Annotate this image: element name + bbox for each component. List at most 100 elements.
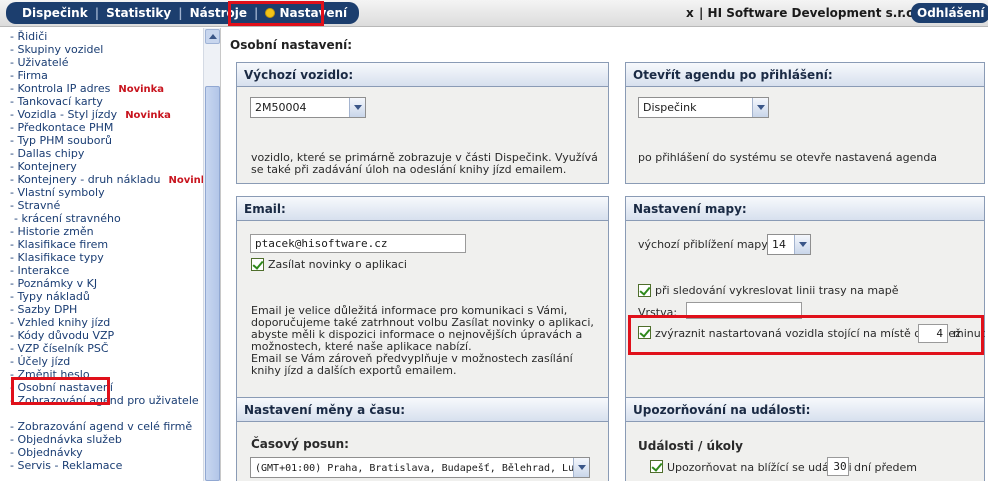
sidebar-item[interactable]: - Skupiny vozidel	[10, 43, 200, 56]
sidebar-item[interactable]: - Interakce	[10, 264, 200, 277]
sidebar-item[interactable]: - Historie změn	[10, 225, 200, 238]
panel-map-settings: Nastavení mapy: výchozí přiblížení mapy:…	[625, 196, 985, 412]
chevron-down-icon	[573, 458, 589, 477]
notify-events-label: Upozorňovat na blížící se události	[667, 461, 852, 474]
sidebar-item-label: - Účely jízd	[10, 355, 71, 368]
zoom-label: výchozí přiblížení mapy:	[638, 238, 771, 251]
sidebar-item-label: - Objednávka služeb	[10, 433, 122, 446]
email-note: Email je velice důležitá informace pro k…	[251, 304, 594, 353]
sidebar-item[interactable]: - Objednávka služeb	[10, 433, 200, 446]
sidebar-item-label: - Klasifikace typy	[10, 251, 104, 264]
panel-title: Nastavení měny a času:	[237, 398, 608, 422]
new-badge: Novinka	[125, 110, 171, 121]
page-title: Osobní nastavení:	[230, 38, 353, 52]
panel-title: Upozorňování na události:	[626, 398, 984, 422]
panel-open-agenda: Otevřít agendu po přihlášení: Dispečink …	[625, 62, 985, 184]
sidebar-item[interactable]: - Klasifikace typy	[10, 251, 200, 264]
sidebar-item[interactable]: - Tankovací karty	[10, 95, 200, 108]
panel-event-notifications: Upozorňování na události: Události / úko…	[625, 397, 985, 481]
map-highlight-box	[628, 315, 984, 355]
sidebar-item[interactable]: - Vlastní symboly	[10, 186, 200, 199]
sidebar-item[interactable]: - Sazby DPH	[10, 303, 200, 316]
sidebar-item[interactable]: - Typ PHM souborů	[10, 134, 200, 147]
sidebar-item[interactable]: - Vozidla - Styl jízdy Novinka	[10, 108, 200, 121]
sidebar-item[interactable]: - Zobrazování agend v celé firmě	[10, 420, 200, 433]
agenda-note: po přihlášení do systému se otevře nasta…	[638, 151, 938, 164]
panel-currency-time: Nastavení měny a času: Časový posun: (GM…	[236, 397, 609, 481]
sidebar-item-label: - Servis - Reklamace	[10, 459, 123, 472]
sidebar-item[interactable]: - Dallas chipy	[10, 147, 200, 160]
sidebar-item[interactable]: - Kódy důvodu VZP	[10, 329, 200, 342]
sidebar-item[interactable]: - Kontejnery - druh nákladu Novinka	[10, 173, 214, 186]
sidebar-item-label: - Předkontace PHM	[10, 121, 114, 134]
email-note-2: Email se Vám zároveň předvyplňuje v možn…	[251, 352, 573, 377]
default-vehicle-select[interactable]: 2M50004	[250, 97, 366, 118]
sidebar-item-label: - krácení stravného	[14, 212, 121, 225]
sidebar-scrollbar[interactable]	[203, 28, 220, 481]
sidebar-item-label: - Klasifikace firem	[10, 238, 109, 251]
sidebar-item[interactable]: - VZP číselník PSČ	[10, 342, 200, 355]
sidebar-item-label: - Historie změn	[10, 225, 94, 238]
panel-default-vehicle: Výchozí vozidlo: 2M50004 vozidlo, které …	[236, 62, 609, 184]
scroll-thumb[interactable]	[205, 86, 220, 481]
sidebar-item[interactable]: - Stravné	[10, 199, 200, 212]
sidebar-item-label: - Dallas chipy	[10, 147, 85, 160]
nav-statistiky[interactable]: Statistiky	[100, 6, 177, 20]
sidebar-item[interactable]: - Poznámky v KJ	[10, 277, 200, 290]
sidebar-item-label: - Firma	[10, 69, 48, 82]
newsletter-checkbox[interactable]	[251, 258, 264, 271]
sidebar-item-label: - Kontejnery - druh nákladu	[10, 173, 161, 186]
email-input[interactable]: ptacek@hisoftware.cz	[250, 234, 466, 253]
sidebar-item[interactable]: - Servis - Reklamace	[10, 459, 200, 472]
panel-title: Otevřít agendu po přihlášení:	[626, 63, 984, 87]
sidebar-item-label: - Vlastní symboly	[10, 186, 105, 199]
sidebar-item[interactable]: - Objednávky	[10, 446, 200, 459]
sidebar-item-label: - Stravné	[10, 199, 61, 212]
zoom-select[interactable]: 14	[767, 234, 811, 255]
top-bar: Dispečink | Statistiky | Nástroje | Nast…	[0, 0, 988, 27]
track-line-label: při sledování vykreslovat linii trasy na…	[655, 284, 899, 297]
close-icon[interactable]: x	[686, 6, 694, 20]
notify-days-input[interactable]: 30	[827, 457, 849, 476]
sidebar-item[interactable]: - Kontejnery	[10, 160, 200, 173]
track-line-checkbox[interactable]	[638, 284, 651, 297]
panel-title: Výchozí vozidlo:	[237, 63, 608, 87]
vehicle-note: vozidlo, které se primárně zobrazuje v č…	[251, 151, 598, 176]
scroll-up-icon[interactable]	[205, 29, 220, 44]
sidebar-item-label: - Typy nákladů	[10, 290, 90, 303]
sidebar-item[interactable]: - Kontrola IP adres Novinka	[10, 82, 200, 95]
sidebar-item-label: - Tankovací karty	[10, 95, 103, 108]
main-content: Osobní nastavení: Výchozí vozidlo: 2M500…	[222, 28, 988, 481]
sidebar: - Řidiči - Skupiny vozidel - Uživatelé - Fi…	[0, 28, 221, 481]
sidebar-item[interactable]: - Předkontace PHM	[10, 121, 200, 134]
sidebar-item-label: - Uživatelé	[10, 56, 69, 69]
sidebar-item[interactable]: - Uživatelé	[10, 56, 200, 69]
select-value: (GMT+01:00) Praha, Bratislava, Budapešť,…	[255, 463, 590, 474]
panel-title: Email:	[237, 197, 608, 221]
sidebar-item[interactable]: - Řidiči	[10, 30, 200, 43]
sidebar-item-label: - Kódy důvodu VZP	[10, 329, 115, 342]
sidebar-item-label: - Typ PHM souborů	[10, 134, 112, 147]
select-value: Dispečink	[643, 101, 697, 114]
agenda-select[interactable]: Dispečink	[638, 97, 769, 118]
sidebar-item[interactable]: - Účely jízd	[10, 355, 200, 368]
timezone-select[interactable]: (GMT+01:00) Praha, Bratislava, Budapešť,…	[250, 457, 590, 478]
sidebar-item[interactable]: - Klasifikace firem	[10, 238, 200, 251]
sidebar-item-label: - Skupiny vozidel	[10, 43, 104, 56]
logout-button[interactable]: Odhlášení	[911, 3, 988, 23]
panel-email: Email: ptacek@hisoftware.cz Zasílat novi…	[236, 196, 609, 412]
nav-highlight-box	[228, 1, 324, 26]
sidebar-item[interactable]: - Vzhled knihy jízd	[10, 316, 200, 329]
new-badge: Novinka	[118, 84, 165, 95]
notify-events-checkbox[interactable]	[650, 460, 663, 473]
sidebar-item[interactable]: - Typy nákladů	[10, 290, 200, 303]
chevron-down-icon	[349, 98, 365, 117]
sidebar-item[interactable]: - krácení stravného	[10, 212, 200, 225]
sidebar-item-label: - Vzhled knihy jízd	[10, 316, 111, 329]
sidebar-item-label: - Kontejnery	[10, 160, 77, 173]
sidebar-item[interactable]: - Firma	[10, 69, 200, 82]
events-subtitle: Události / úkoly	[638, 439, 743, 453]
sidebar-menu: - Řidiči - Skupiny vozidel - Uživatelé - Fi…	[10, 30, 214, 472]
select-value: 14	[772, 238, 786, 251]
nav-dispecink[interactable]: Dispečink	[16, 6, 94, 20]
